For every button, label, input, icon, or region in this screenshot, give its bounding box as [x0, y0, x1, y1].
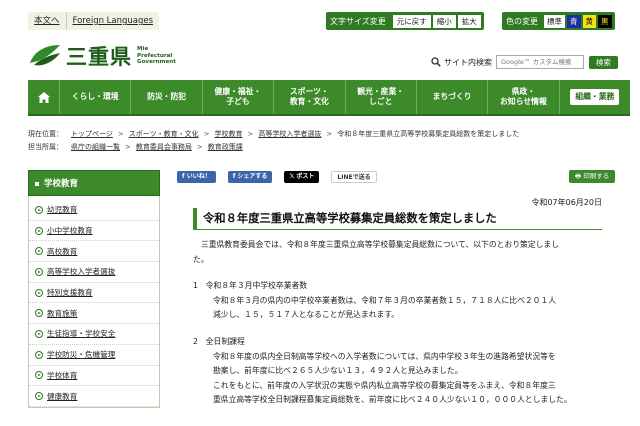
sidebar-item[interactable]: 小中学校教育 [29, 221, 159, 242]
page-title: 令和８年度三重県立高等学校募集定員総数を策定しました [193, 208, 602, 230]
font-reset-button[interactable]: 元に戻す [392, 14, 431, 28]
mie-logo-icon [28, 43, 62, 69]
logo-english: Mie Prefectural Government [137, 46, 176, 66]
global-nav: くらし・環境 防災・防犯 健康・福祉・ 子ども スポーツ・ 教育・文化 観光・産業・… [28, 80, 630, 116]
x-post-button[interactable]: 𝕏 ポスト [284, 171, 320, 183]
nav-item-tourism[interactable]: 観光・産業・ しごと [346, 80, 417, 114]
color-yellow-button[interactable]: 黄 [582, 14, 596, 28]
breadcrumb-link[interactable]: 高等学校入学者選抜 [258, 128, 321, 141]
sidebar-heading: 学校教育 [28, 170, 160, 196]
sidebar-item[interactable]: 特別支援教育 [29, 283, 159, 304]
sidebar: 学校教育 幼児教育 小中学校教育 高校教育 高等学校入学者選抜 特別支援教育 教… [28, 170, 160, 408]
color-label: 色の変更 [506, 16, 538, 26]
search-input[interactable] [496, 55, 584, 69]
site-logo[interactable]: 三重県 Mie Prefectural Government [28, 41, 176, 71]
arrow-circle-icon [35, 247, 43, 256]
font-enlarge-button[interactable]: 拡大 [457, 14, 481, 28]
sidebar-item[interactable]: 高校教育 [29, 241, 159, 263]
sidebar-item[interactable]: 教育施策 [29, 303, 159, 325]
color-black-button[interactable]: 黒 [598, 14, 612, 28]
section-2-text-cont: 勘案し、前年度に比べ２６５人少ない１３，４９２人と見込みました。 [213, 366, 463, 376]
print-button[interactable]: 🖶 印刷する [569, 170, 616, 183]
arrow-circle-icon [35, 392, 43, 401]
facebook-like-button[interactable]: f いいね！ [177, 171, 216, 183]
section-1-text-cont: 減少し、１５，５１７人となることが見込まれます。 [213, 310, 400, 320]
arrow-circle-icon [35, 350, 43, 359]
font-size-controls: 文字サイズ変更 元に戻す 縮小 拡大 [326, 12, 484, 30]
owner-link[interactable]: 教育委員会事務局 [136, 141, 192, 154]
section-2-text-2: これをもとに、前年度の入学状況の実態や県内私立高等学校の募集定員等をふまえ、令和… [213, 380, 556, 390]
utility-links: 本文へ Foreign Languages [28, 12, 160, 30]
arrow-circle-icon [35, 226, 43, 235]
nav-home[interactable] [28, 80, 60, 114]
page: 本文へ Foreign Languages 文字サイズ変更 元に戻す 縮小 拡大… [0, 0, 640, 426]
nav-item-sports-education[interactable]: スポーツ・ 教育・文化 [274, 80, 346, 114]
sidebar-item[interactable]: 高等学校入学者選抜 [29, 262, 159, 283]
nav-item-government[interactable]: 県政・ お知らせ情報 [488, 80, 560, 114]
sidebar-item[interactable]: 生徒指導・学校安全 [29, 324, 159, 345]
sidebar-item[interactable]: 学校体育 [29, 366, 159, 387]
owner-link[interactable]: 県庁の組織一覧 [71, 141, 120, 154]
arrow-circle-icon [35, 371, 43, 380]
search-button[interactable]: 検索 [589, 55, 618, 69]
sidebar-list: 幼児教育 小中学校教育 高校教育 高等学校入学者選抜 特別支援教育 教育施策 生… [28, 196, 160, 408]
sidebar-item[interactable]: 健康教育 [29, 386, 159, 407]
breadcrumb-current: 現在位置： トップページ > スポーツ・教育・文化 > 学校教育 > 高等学校入学者選… [28, 128, 630, 141]
font-shrink-button[interactable]: 縮小 [432, 14, 456, 28]
arrow-circle-icon [35, 329, 43, 338]
color-blue-button[interactable]: 青 [567, 14, 581, 28]
arrow-circle-icon [35, 309, 43, 318]
logo-title: 三重県 [66, 44, 132, 69]
search-icon [431, 57, 441, 67]
nav-item-town[interactable]: まちづくり [417, 80, 489, 114]
section-2-heading: 2 全日制課程 [193, 336, 245, 346]
foreign-languages-link[interactable]: Foreign Languages [65, 12, 160, 30]
section-2-text-2-cont: 重県立高等学校全日制課程募集定員総数を、前年度に比べ２４０人少ない１０，０００人… [213, 395, 572, 405]
article-body: 三重県教育委員会では、令和８年度三重県立高等学校募集定員総数について、以下のとお… [193, 238, 608, 408]
color-controls: 色の変更 標準 青 黄 黒 [502, 12, 615, 30]
site-search: サイト内検索 検索 [431, 55, 618, 69]
publish-date: 令和07年06月20日 [531, 198, 602, 207]
arrow-circle-icon [35, 288, 43, 297]
breadcrumb-link[interactable]: スポーツ・教育・文化 [129, 128, 199, 141]
breadcrumb-owner: 担当所属： 県庁の組織一覧 > 教育委員会事務局 > 教育政策課 [28, 141, 630, 154]
breadcrumb-link[interactable]: トップページ [71, 128, 113, 141]
sidebar-item[interactable]: 幼児教育 [29, 200, 159, 221]
intro-paragraph: 三重県教育委員会では、令和８年度三重県立高等学校募集定員総数について、以下のとお… [201, 240, 560, 249]
nav-item-health[interactable]: 健康・福祉・ 子ども [203, 80, 275, 114]
arrow-circle-icon [35, 205, 43, 214]
intro-paragraph-cont: た。 [193, 254, 209, 264]
font-size-label: 文字サイズ変更 [330, 16, 386, 26]
section-1-text: 令和８年３月の県内の中学校卒業者数は、令和７年３月の卒業者数１５，７１８人に比べ… [213, 295, 557, 305]
nav-item-safety[interactable]: 防災・防犯 [131, 80, 203, 114]
breadcrumb: 現在位置： トップページ > スポーツ・教育・文化 > 学校教育 > 高等学校入学者選… [28, 128, 630, 154]
section-1-heading: 1 令和８年３月中学校卒業者数 [193, 281, 308, 291]
home-icon [37, 91, 50, 103]
nav-item-organization[interactable]: 組織・業務 [560, 80, 630, 114]
facebook-share-button[interactable]: f シェアする [227, 171, 273, 183]
arrow-circle-icon [35, 267, 43, 276]
breadcrumb-link[interactable]: 学校教育 [215, 128, 243, 141]
color-standard-button[interactable]: 標準 [544, 14, 565, 28]
nav-item-life[interactable]: くらし・環境 [60, 80, 132, 114]
sidebar-item[interactable]: 学校防災・危機管理 [29, 345, 159, 366]
share-buttons: f いいね！ f シェアする 𝕏 ポスト LINEで送る [177, 171, 389, 183]
breadcrumb-current-page: 令和８年度三重県立高等学校募集定員総数を策定しました [337, 130, 520, 138]
search-label: サイト内検索 [444, 57, 492, 67]
section-2-text: 令和８年度の県内全日制高等学校への入学者数については、県内中学校３年生の進路希望… [213, 351, 556, 361]
owner-link[interactable]: 教育政策課 [208, 141, 243, 154]
skip-to-content-link[interactable]: 本文へ [28, 12, 66, 30]
line-share-button[interactable]: LINEで送る [331, 171, 377, 183]
